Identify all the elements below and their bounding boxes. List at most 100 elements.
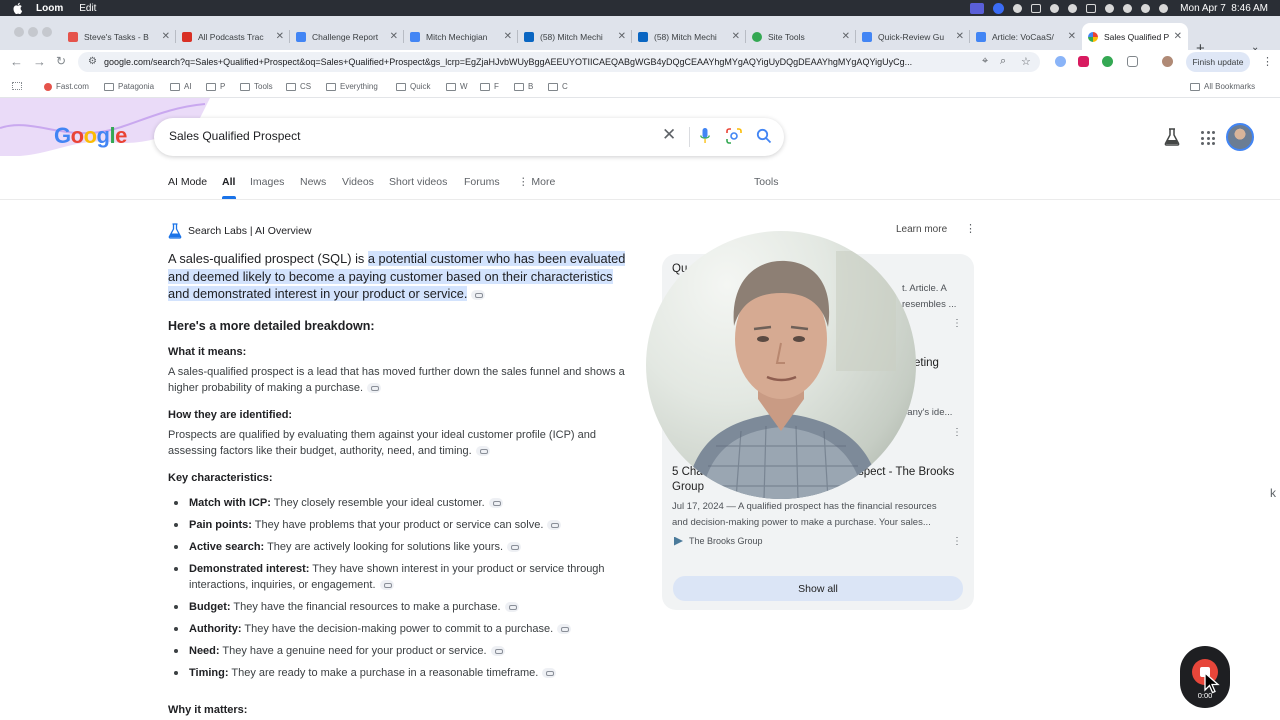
close-icon[interactable]: ✕ [1068, 31, 1076, 42]
screen-share-icon[interactable] [970, 2, 985, 14]
tab-videos[interactable]: Videos [342, 176, 374, 188]
forward-button[interactable]: → [33, 54, 46, 69]
bookmark-item[interactable]: Fast.com [44, 82, 89, 91]
apple-menu-icon[interactable] [12, 2, 24, 14]
window-zoom-button[interactable] [42, 27, 52, 37]
bookmark-folder[interactable]: F [480, 82, 499, 91]
control-center-icon[interactable] [1141, 3, 1151, 13]
clear-search-icon[interactable]: ✕ [662, 125, 676, 145]
labs-flask-icon[interactable] [1164, 128, 1180, 146]
bookmark-folder[interactable]: W [446, 82, 468, 91]
browser-tab[interactable]: Site Tools ✕ [746, 23, 856, 50]
close-icon[interactable]: ✕ [162, 31, 170, 42]
tab-short-videos[interactable]: Short videos [389, 176, 447, 188]
search-box[interactable]: Sales Qualified Prospect ✕ [154, 118, 784, 156]
citation-link-icon[interactable] [490, 646, 505, 657]
close-icon[interactable]: ✕ [276, 31, 284, 42]
citation-link-icon[interactable] [488, 498, 503, 509]
battery-icon[interactable] [1086, 3, 1097, 13]
browser-tab[interactable]: Article: VoCaaS/ ✕ [970, 23, 1082, 50]
siri-icon[interactable] [1159, 3, 1169, 13]
wifi-icon[interactable] [1105, 3, 1115, 13]
bookmark-folder[interactable]: Patagonia [104, 82, 154, 91]
source-title-2[interactable]: eting [914, 357, 939, 369]
search-input[interactable]: Sales Qualified Prospect [169, 129, 300, 143]
source-site[interactable]: The Brooks Group [674, 536, 763, 546]
citation-link-icon[interactable] [367, 383, 382, 394]
tab-ai-mode[interactable]: AI Mode [168, 176, 207, 188]
browser-tab[interactable]: (58) Mitch Mechi ✕ [518, 23, 632, 50]
extensions-puzzle-icon[interactable] [1127, 56, 1138, 67]
menubar-app-name[interactable]: Loom [36, 3, 63, 14]
back-button[interactable]: ← [10, 54, 23, 69]
more-options-icon[interactable]: ⋮ [952, 427, 962, 438]
close-icon[interactable]: ✕ [390, 31, 398, 42]
browser-tab[interactable]: All Podcasts Trac ✕ [176, 23, 290, 50]
google-lens-icon[interactable] [726, 128, 742, 144]
extension-icon[interactable] [1078, 56, 1089, 67]
address-url[interactable]: google.com/search?q=Sales+Qualified+Pros… [104, 57, 974, 67]
site-info-icon[interactable]: ⚙ [88, 56, 97, 67]
google-apps-icon[interactable] [1201, 131, 1215, 145]
tools-button[interactable]: Tools [754, 176, 779, 188]
extension-icon[interactable] [1055, 56, 1066, 67]
more-options-icon[interactable]: ⋮ [952, 536, 962, 547]
browser-tab[interactable]: Steve's Tasks - B ✕ [62, 23, 176, 50]
tab-images[interactable]: Images [250, 176, 284, 188]
citation-link-icon[interactable] [557, 624, 572, 635]
brightness-icon[interactable] [1068, 3, 1078, 13]
location-icon[interactable]: ⌖ [982, 55, 988, 68]
citation-link-icon[interactable] [547, 520, 562, 531]
close-icon[interactable]: ✕ [1174, 31, 1182, 42]
bookmark-folder[interactable]: C [548, 82, 568, 91]
bookmark-folder[interactable]: P [206, 82, 225, 91]
tab-forums[interactable]: Forums [464, 176, 500, 188]
close-icon[interactable]: ✕ [504, 31, 512, 42]
browser-tab[interactable]: Mitch Mechigian ✕ [404, 23, 518, 50]
close-icon[interactable]: ✕ [842, 31, 850, 42]
citation-link-icon[interactable] [471, 289, 486, 300]
microphone-icon[interactable] [700, 128, 710, 144]
avatar[interactable] [1226, 123, 1254, 151]
google-logo[interactable]: Google [54, 123, 127, 149]
chrome-menu-icon[interactable]: ⋮ [1262, 55, 1273, 68]
bookmark-folder[interactable]: Everything [326, 82, 378, 91]
bookmark-folder[interactable]: CS [286, 82, 311, 91]
spotlight-icon[interactable] [1123, 3, 1133, 13]
zoom-icon[interactable] [993, 2, 1005, 14]
more-options-icon[interactable]: ⋮ [965, 222, 976, 235]
bookmark-folder[interactable]: B [514, 82, 533, 91]
citation-link-icon[interactable] [379, 580, 394, 591]
close-icon[interactable]: ✕ [956, 31, 964, 42]
citation-link-icon[interactable] [504, 602, 519, 613]
more-options-icon[interactable]: ⋮ [952, 318, 962, 329]
browser-tab[interactable]: Challenge Report ✕ [290, 23, 404, 50]
show-all-button[interactable]: Show all [673, 576, 963, 601]
close-icon[interactable]: ✕ [618, 31, 626, 42]
chatgpt-icon[interactable] [1050, 3, 1060, 13]
close-icon[interactable]: ✕ [732, 31, 740, 42]
browser-tab[interactable]: Quick-Review Gu ✕ [856, 23, 970, 50]
star-icon[interactable]: ☆ [1021, 55, 1031, 68]
tab-more[interactable]: ⋮ More [518, 176, 555, 188]
zoom-lens-icon[interactable]: ⌕ [1000, 55, 1006, 68]
window-minimize-button[interactable] [28, 27, 38, 37]
citation-link-icon[interactable] [475, 446, 490, 457]
app-status-icon[interactable] [1031, 3, 1042, 13]
profile-icon[interactable] [1162, 56, 1173, 67]
tab-all[interactable]: All [222, 176, 235, 188]
extension-icon[interactable] [1102, 56, 1113, 67]
citation-link-icon[interactable] [542, 668, 557, 679]
search-icon[interactable] [756, 128, 772, 144]
finish-update-button[interactable]: Finish update [1186, 52, 1250, 72]
bookmark-folder[interactable]: Tools [240, 82, 273, 91]
menubar-clock[interactable]: Mon Apr 7 8:46 AM [1180, 3, 1268, 14]
tab-news[interactable]: News [300, 176, 326, 188]
apps-grid-icon[interactable] [12, 82, 26, 90]
address-bar[interactable]: ⚙ google.com/search?q=Sales+Qualified+Pr… [78, 52, 1040, 72]
window-close-button[interactable] [14, 27, 24, 37]
all-bookmarks[interactable]: All Bookmarks [1190, 82, 1255, 91]
citation-link-icon[interactable] [507, 542, 522, 553]
bookmark-folder[interactable]: Quick [396, 82, 430, 91]
bookmark-folder[interactable]: AI [170, 82, 192, 91]
